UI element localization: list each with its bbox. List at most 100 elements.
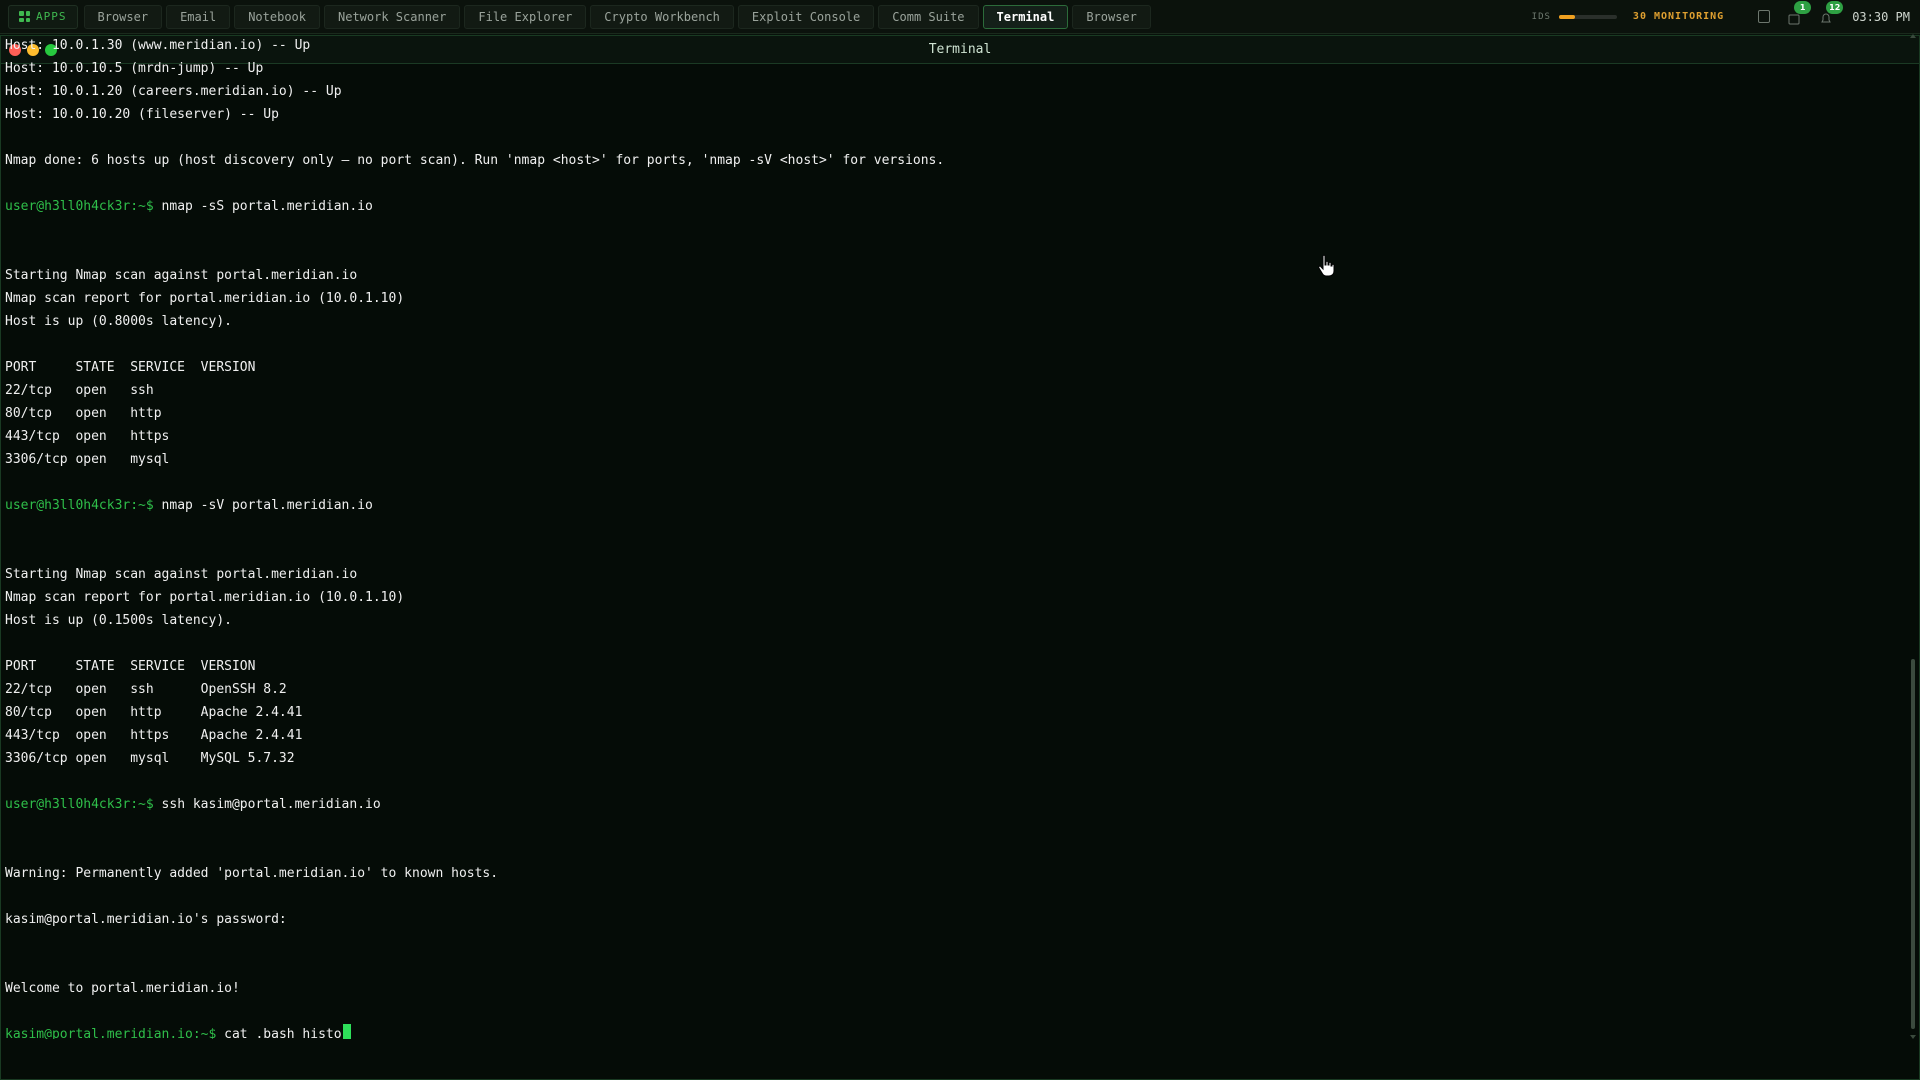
output-text: Starting Nmap scan against portal.meridi… [5,268,358,283]
output-line: 443/tcp open https Apache 2.4.41 [5,724,1895,747]
output-text: Host: 10.0.1.30 (www.meridian.io) -- Up [5,38,311,53]
output-line: 3306/tcp open mysql MySQL 5.7.32 [5,747,1895,770]
tab-exploit-console[interactable]: Exploit Console [737,4,875,29]
output-text: 22/tcp open ssh OpenSSH 8.2 [5,682,287,697]
output-text: 443/tcp open https [5,429,170,444]
ids-meter-fill [1558,14,1576,19]
tab-crypto-workbench[interactable]: Crypto Workbench [590,4,734,29]
tab-file-explorer[interactable]: File Explorer [464,4,587,29]
output-line: Host is up (0.1500s latency). [5,609,1895,632]
shell-prompt: user@h3ll0h4ck3r:~$ [5,498,154,513]
command-text: cat .bash_histo [216,1027,342,1039]
output-text: Host: 10.0.10.5 (mrdn-jump) -- Up [5,61,264,76]
scroll-up-arrow-icon[interactable] [1910,34,1916,38]
output-line: 22/tcp open ssh [5,379,1895,402]
output-text: Nmap scan report for portal.meridian.io … [5,590,405,605]
output-text: Starting Nmap scan against portal.meridi… [5,567,358,582]
scrollbar-thumb[interactable] [1911,659,1915,1029]
output-text: Nmap done: 6 hosts up (host discovery on… [5,153,945,168]
ids-meter [1558,14,1617,19]
monitoring-status: 30 MONITORING [1632,11,1725,22]
scroll-down-arrow-icon[interactable] [1910,1035,1916,1039]
apps-grid-icon [19,11,30,22]
output-text: Host is up (0.1500s latency). [5,613,232,628]
command-line: kasim@portal.meridian.io:~$ cat .bash_hi… [5,1023,1895,1039]
output-line: Host: 10.0.1.20 (careers.meridian.io) --… [5,80,1895,103]
output-line: PORT STATE SERVICE VERSION [5,655,1895,678]
output-line: Host: 10.0.10.20 (fileserver) -- Up [5,103,1895,126]
app-tabs: Browser Email Notebook Network Scanner File … [83,4,1155,29]
output-line: Warning: Permanently added 'portal.merid… [5,862,1895,885]
shell-prompt: user@h3ll0h4ck3r:~$ [5,199,154,214]
output-line: Nmap scan report for portal.meridian.io … [5,287,1895,310]
output-text: Host: 10.0.1.20 (careers.meridian.io) --… [5,84,342,99]
output-line: Host is up (0.8000s latency). [5,310,1895,333]
tab-browser[interactable]: Browser [1072,4,1151,29]
output-line: 80/tcp open http Apache 2.4.41 [5,701,1895,724]
clipboard-icon[interactable] [1758,10,1771,23]
output-text: 3306/tcp open mysql MySQL 5.7.32 [5,751,295,766]
ids-label: IDS [1531,11,1551,22]
command-line: user@h3ll0h4ck3r:~$ ssh kasim@portal.mer… [5,793,1895,816]
notification-badge: 12 [1826,0,1844,14]
command-text: nmap -sS portal.meridian.io [153,199,373,214]
output-line: 22/tcp open ssh OpenSSH 8.2 [5,678,1895,701]
output-line: Starting Nmap scan against portal.meridi… [5,563,1895,586]
notes-icon[interactable]: 1 [1788,0,1812,24]
command-text: nmap -sV portal.meridian.io [153,498,373,513]
hand-pointer-icon [1318,254,1335,277]
tab-terminal[interactable]: Terminal [982,4,1069,29]
text-cursor [342,1024,351,1039]
clock: 03:30 PM [1852,9,1910,24]
output-text: Host: 10.0.10.20 (fileserver) -- Up [5,107,279,122]
output-text: Nmap scan report for portal.meridian.io … [5,291,405,306]
tab-network-scanner[interactable]: Network Scanner [324,4,461,29]
tab-notebook[interactable]: Notebook [234,4,320,29]
tab-comm-suite[interactable]: Comm Suite [878,4,979,29]
output-line: Host: 10.0.10.5 (mrdn-jump) -- Up [5,57,1895,80]
output-text: Welcome to portal.meridian.io! [5,981,240,996]
output-line: Nmap scan report for portal.meridian.io … [5,586,1895,609]
apps-button[interactable]: APPS [8,4,78,29]
terminal-output[interactable]: Host: 10.0.1.30 (www.meridian.io) -- Up H… [5,34,1895,1039]
output-text: kasim@portal.meridian.io's password: [5,912,287,927]
output-text: PORT STATE SERVICE VERSION [5,659,256,674]
output-text: 3306/tcp open mysql [5,452,170,467]
output-line: Starting Nmap scan against portal.meridi… [5,264,1895,287]
apps-label: APPS [36,10,67,23]
tab-browser[interactable]: Browser [83,4,163,29]
tab-email[interactable]: Email [166,4,231,29]
output-line: 443/tcp open https [5,425,1895,448]
output-text: Host is up (0.8000s latency). [5,314,232,329]
command-line: user@h3ll0h4ck3r:~$ nmap -sS portal.meri… [5,195,1895,218]
shell-prompt: kasim@portal.meridian.io:~$ [5,1027,217,1039]
taskbar: APPS Browser Email Notebook Network Scanner… [0,0,1920,34]
command-text: ssh kasim@portal.meridian.io [153,797,381,812]
terminal-scrollbar[interactable] [1910,34,1916,1039]
output-line: Welcome to portal.meridian.io! [5,977,1895,1000]
output-text: 443/tcp open https Apache 2.4.41 [5,728,303,743]
output-text: 80/tcp open http Apache 2.4.41 [5,705,303,720]
system-tray: IDS 30 MONITORING 1 12 03:30 PM [1532,0,1912,34]
output-line: Nmap done: 6 hosts up (host discovery on… [5,149,1895,172]
output-text: 80/tcp open http [5,406,162,421]
notes-badge: 1 [1794,0,1812,14]
output-line: Host: 10.0.1.30 (www.meridian.io) -- Up [5,34,1895,57]
output-line: 3306/tcp open mysql [5,448,1895,471]
notification-bell-icon[interactable]: 12 [1820,0,1844,24]
